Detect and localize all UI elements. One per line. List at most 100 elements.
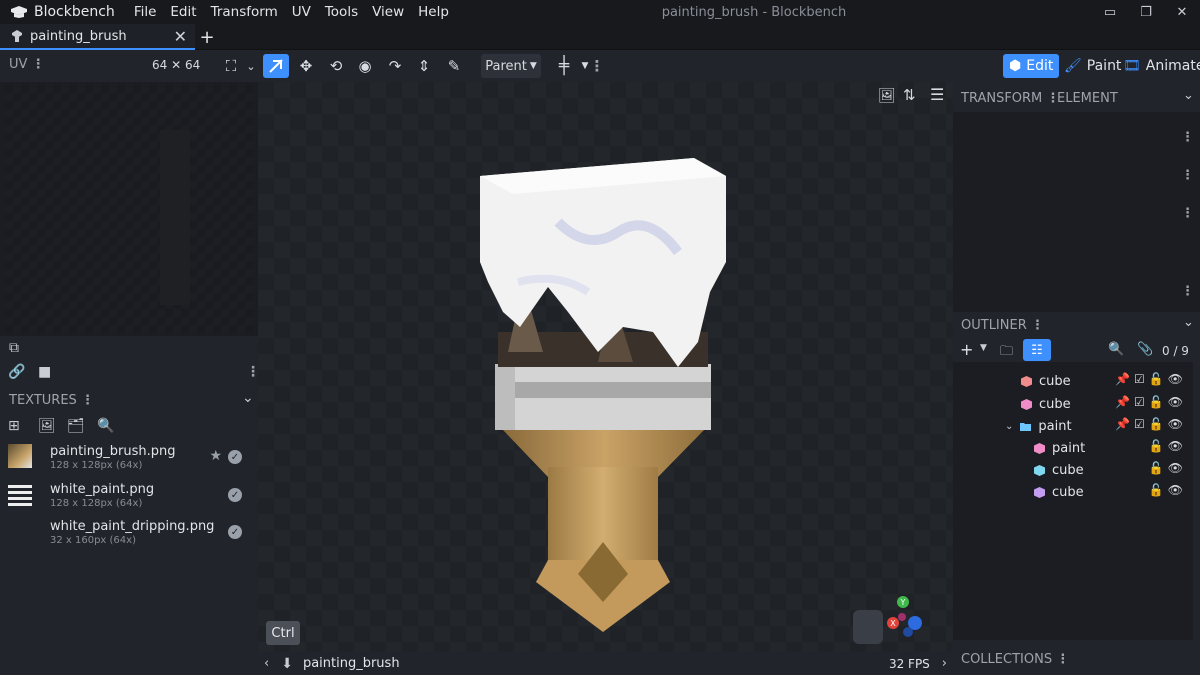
import-texture-icon[interactable]: 🖼 <box>38 418 56 434</box>
chevron-down-icon[interactable]: ⌄ <box>238 54 264 78</box>
chevron-down-icon[interactable]: ⌄ <box>242 390 254 406</box>
check-circle-icon[interactable]: ✓ <box>228 488 242 502</box>
dropdown-arrow-icon[interactable]: ▼ <box>980 343 987 353</box>
row-menu-icon[interactable]: ⋮ <box>1181 130 1194 145</box>
lock-icon[interactable]: 🔓 <box>1149 483 1164 497</box>
chevron-left-icon[interactable]: ‹ <box>264 656 269 671</box>
texture-item[interactable]: white_paint.png 128 x 128px (64x) ✓ <box>0 478 256 515</box>
outliner-group-paint[interactable]: ⌄ paint <box>1005 415 1072 437</box>
star-icon[interactable]: ★ <box>209 448 222 464</box>
outliner-item-cube[interactable]: cube <box>1033 459 1084 481</box>
menu-uv[interactable]: UV <box>285 0 318 24</box>
row-menu-icon[interactable]: ⋮ <box>1181 284 1194 299</box>
menu-edit[interactable]: Edit <box>163 0 203 24</box>
outliner-item-cube[interactable]: cube <box>1033 481 1084 503</box>
close-window-icon[interactable]: ✕ <box>1164 0 1200 24</box>
eye-icon[interactable]: 👁 <box>1168 372 1183 386</box>
chevron-down-icon[interactable]: ⌄ <box>1183 315 1194 330</box>
search-icon[interactable]: 🔍 <box>1108 342 1124 357</box>
eye-icon[interactable]: 👁 <box>1168 483 1183 497</box>
brush-model[interactable] <box>258 82 953 652</box>
paperclip-icon[interactable]: 📎 <box>1137 342 1153 357</box>
tab-element[interactable]: ELEMENT <box>1057 91 1118 106</box>
rotate-tool-button[interactable]: ⟲ <box>323 54 349 78</box>
uv-editor[interactable] <box>5 85 253 333</box>
search-icon[interactable]: 🔍 <box>97 418 114 434</box>
pin-icon[interactable]: 📌 <box>1115 395 1130 409</box>
check-circle-icon[interactable]: ✓ <box>228 450 242 464</box>
new-tab-button[interactable]: + <box>198 26 216 48</box>
add-element-button[interactable]: + <box>960 340 973 359</box>
link-icon[interactable]: 🔗 <box>8 364 25 380</box>
item-controls[interactable]: 📌 ☑ 🔓 👁 <box>1115 417 1183 431</box>
add-group-icon[interactable]: 🗀 <box>1000 342 1013 364</box>
outliner-item-paint[interactable]: paint <box>1033 437 1085 459</box>
title-bar: Blockbench File Edit Transform UV Tools … <box>0 0 1200 24</box>
tab-transform[interactable]: TRANSFORM ⋮ <box>961 91 1059 106</box>
eye-icon[interactable]: 👁 <box>1168 395 1183 409</box>
mode-animate-button[interactable]: 🎞 Animate <box>1117 54 1200 78</box>
copy-icon[interactable]: ⧉ <box>9 340 19 356</box>
close-tab-icon[interactable]: ✕ <box>174 27 187 46</box>
lock-icon[interactable]: 🔓 <box>1149 439 1164 453</box>
item-controls[interactable]: 🔓 👁 <box>1149 483 1183 497</box>
mode-edit-button[interactable]: ⬢ Edit <box>1003 54 1060 78</box>
checkbox-icon[interactable]: ☑ <box>1134 417 1145 431</box>
checkbox-icon[interactable]: ☑ <box>1134 395 1145 409</box>
eye-icon[interactable]: 👁 <box>1168 417 1183 431</box>
chevron-right-icon[interactable]: › <box>942 656 947 671</box>
outliner-toggle-button[interactable]: ☷ <box>1023 339 1051 361</box>
lock-icon[interactable]: 🔓 <box>1149 461 1164 475</box>
cube-icon <box>1034 464 1045 476</box>
move-tool-button[interactable] <box>263 54 289 78</box>
outliner-item-cube[interactable]: cube <box>1020 370 1071 392</box>
brush-tool-button[interactable]: ✎ <box>441 54 467 78</box>
toolbar-menu-icon[interactable]: ⋮ <box>584 54 610 78</box>
outliner-tree[interactable]: cube 📌 ☑ 🔓 👁 cube 📌 ☑ 🔓 👁 ⌄ paint 📌 ☑ 🔓 👁 paint 🔓… <box>953 362 1193 640</box>
axis-gizmo[interactable]: Y X <box>853 590 933 650</box>
menu-tools[interactable]: Tools <box>318 0 365 24</box>
item-controls[interactable]: 🔓 👁 <box>1149 461 1183 475</box>
row-menu-icon[interactable]: ⋮ <box>1181 206 1194 221</box>
item-controls[interactable]: 🔓 👁 <box>1149 439 1183 453</box>
menu-help[interactable]: Help <box>411 0 456 24</box>
uv-menu-icon[interactable]: ⋮ <box>32 57 45 72</box>
square-icon[interactable]: ■ <box>38 364 51 380</box>
menu-file[interactable]: File <box>127 0 164 24</box>
texture-item[interactable]: painting_brush.png 128 x 128px (64x) ★ ✓ <box>0 440 256 477</box>
pivot-mode-select[interactable]: Parent ▼ <box>481 54 541 78</box>
pin-icon[interactable]: 📌 <box>1115 417 1130 431</box>
texture-folder-icon[interactable]: 🗂 <box>67 418 85 434</box>
chevron-down-icon[interactable]: ⌄ <box>1183 88 1194 103</box>
add-texture-icon[interactable]: ⊞ <box>8 418 20 434</box>
menu-transform[interactable]: Transform <box>204 0 285 24</box>
restore-icon[interactable]: ❐ <box>1128 0 1164 24</box>
item-controls[interactable]: 📌 ☑ 🔓 👁 <box>1115 395 1183 409</box>
menu-view[interactable]: View <box>365 0 411 24</box>
minimize-icon[interactable]: ▭ <box>1092 0 1128 24</box>
resize-tool-button[interactable]: ⇕ <box>411 54 437 78</box>
check-circle-icon[interactable]: ✓ <box>228 525 242 539</box>
texture-item[interactable]: white_paint_dripping.png 32 x 160px (64x… <box>0 515 256 552</box>
lock-icon[interactable]: 🔓 <box>1149 417 1164 431</box>
item-controls[interactable]: 📌 ☑ 🔓 👁 <box>1115 372 1183 386</box>
lock-icon[interactable]: 🔓 <box>1149 372 1164 386</box>
translate-tool-button[interactable]: ✥ <box>293 54 319 78</box>
3d-viewport[interactable]: 🖼 ⇅ ☰ Y X <box>258 82 953 652</box>
checkbox-icon[interactable]: ☑ <box>1134 372 1145 386</box>
tab-painting-brush[interactable]: painting_brush ✕ <box>0 24 195 50</box>
collections-menu-icon[interactable]: ⋮ <box>1056 652 1069 667</box>
outliner-menu-icon[interactable]: ⋮ <box>1031 318 1044 333</box>
lock-icon[interactable]: 🔓 <box>1149 395 1164 409</box>
row-menu-icon[interactable]: ⋮ <box>1181 168 1194 183</box>
vertex-snap-button[interactable]: ↷ <box>382 54 408 78</box>
eye-icon[interactable]: 👁 <box>1168 439 1183 453</box>
pin-icon[interactable]: 📌 <box>1115 372 1130 386</box>
eye-icon[interactable]: 👁 <box>1168 461 1183 475</box>
chevron-down-icon[interactable]: ⌄ <box>1005 421 1013 432</box>
outliner-item-cube[interactable]: cube <box>1020 393 1071 415</box>
textures-menu-icon[interactable]: ⋮ <box>81 393 94 408</box>
outliner-item-label: cube <box>1039 373 1071 389</box>
pivot-tool-button[interactable]: ◉ <box>352 54 378 78</box>
uv-size[interactable]: 64 ✕ 64 <box>152 58 200 72</box>
